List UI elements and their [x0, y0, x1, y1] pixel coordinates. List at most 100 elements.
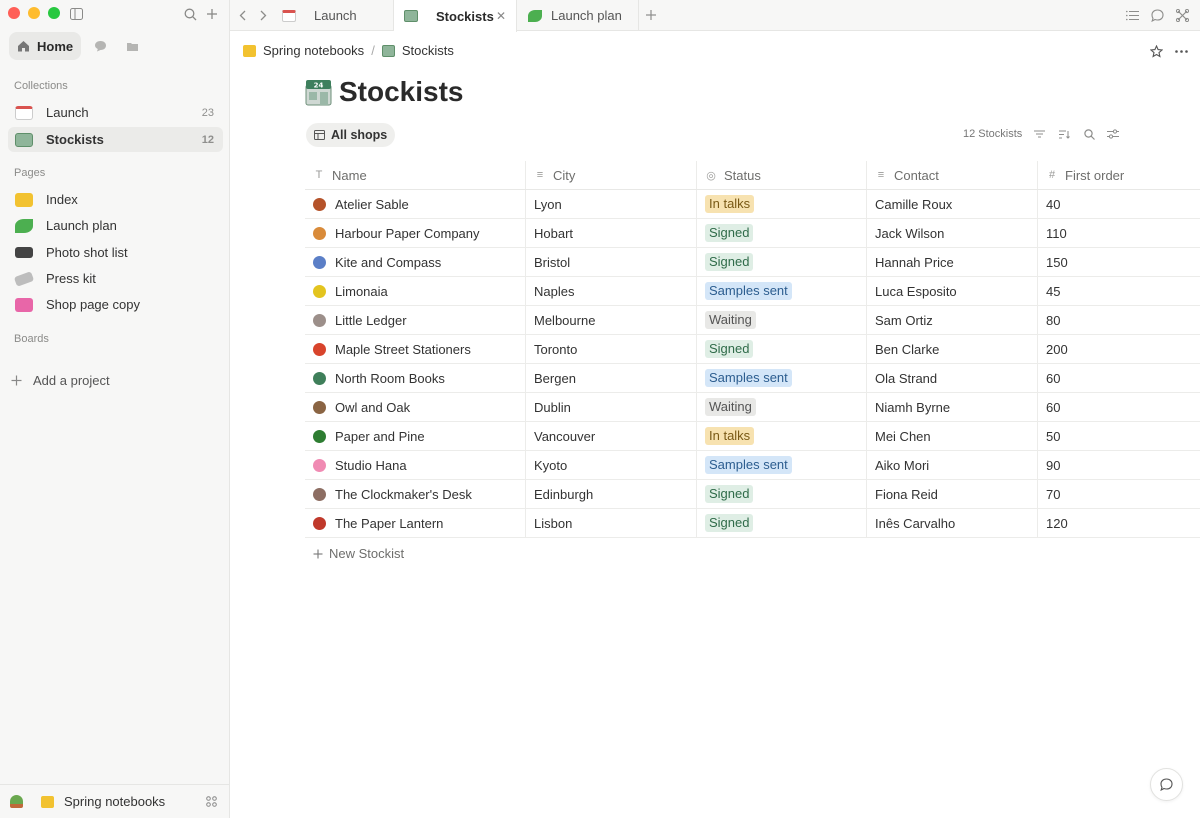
- cell-first-order[interactable]: 60: [1038, 393, 1200, 421]
- cell-name[interactable]: Atelier Sable: [305, 190, 526, 218]
- add-project-button[interactable]: Add a project: [11, 373, 110, 388]
- breadcrumb-current[interactable]: Stockists: [402, 43, 454, 58]
- close-window-button[interactable]: [8, 7, 20, 19]
- cell-status[interactable]: Waiting: [697, 393, 867, 421]
- column-header-first-order[interactable]: # First order: [1038, 161, 1200, 189]
- cell-name[interactable]: Limonaia: [305, 277, 526, 305]
- search-icon[interactable]: [181, 5, 199, 23]
- table-row[interactable]: Atelier Sable Lyon In talks Camille Roux 40: [305, 190, 1200, 219]
- cell-contact[interactable]: Fiona Reid: [867, 480, 1038, 508]
- cell-contact[interactable]: Ben Clarke: [867, 335, 1038, 363]
- cell-city[interactable]: Melbourne: [526, 306, 697, 334]
- tab-launch[interactable]: Launch: [270, 0, 394, 31]
- sort-icon[interactable]: [1056, 126, 1072, 142]
- chat-bubble-icon[interactable]: [87, 33, 113, 59]
- cell-first-order[interactable]: 110: [1038, 219, 1200, 247]
- favorite-star-icon[interactable]: [1147, 42, 1165, 60]
- cell-status[interactable]: Samples sent: [697, 364, 867, 392]
- sidebar-item-photo-shot-list[interactable]: Photo shot list: [8, 240, 223, 265]
- cell-name[interactable]: The Clockmaker's Desk: [305, 480, 526, 508]
- cell-name[interactable]: Harbour Paper Company: [305, 219, 526, 247]
- table-row[interactable]: Paper and Pine Vancouver In talks Mei Chen 5…: [305, 422, 1200, 451]
- cell-contact[interactable]: Aiko Mori: [867, 451, 1038, 479]
- cell-first-order[interactable]: 40: [1038, 190, 1200, 218]
- cell-first-order[interactable]: 70: [1038, 480, 1200, 508]
- table-row[interactable]: Studio Hana Kyoto Samples sent Aiko Mori 90: [305, 451, 1200, 480]
- sidebar-toggle-icon[interactable]: [67, 5, 85, 23]
- cell-city[interactable]: Bristol: [526, 248, 697, 276]
- column-header-status[interactable]: ◎ Status: [697, 161, 867, 189]
- new-tab-plus-icon[interactable]: [645, 6, 657, 21]
- cell-status[interactable]: Signed: [697, 335, 867, 363]
- cell-contact[interactable]: Luca Esposito: [867, 277, 1038, 305]
- cell-name[interactable]: Paper and Pine: [305, 422, 526, 450]
- cell-contact[interactable]: Hannah Price: [867, 248, 1038, 276]
- sidebar-item-launch-plan[interactable]: Launch plan: [8, 213, 223, 238]
- comments-icon[interactable]: [1148, 6, 1166, 24]
- cell-city[interactable]: Naples: [526, 277, 697, 305]
- filter-icon[interactable]: [1031, 126, 1047, 142]
- cell-name[interactable]: Little Ledger: [305, 306, 526, 334]
- sidebar-item-index[interactable]: Index: [8, 187, 223, 212]
- table-row[interactable]: The Paper Lantern Lisbon Signed Inês Carval…: [305, 509, 1200, 538]
- cell-city[interactable]: Vancouver: [526, 422, 697, 450]
- cell-name[interactable]: The Paper Lantern: [305, 509, 526, 537]
- home-button[interactable]: Home: [9, 32, 82, 60]
- cell-first-order[interactable]: 60: [1038, 364, 1200, 392]
- table-row[interactable]: Harbour Paper Company Hobart Signed Jack Wi…: [305, 219, 1200, 248]
- cell-status[interactable]: Waiting: [697, 306, 867, 334]
- tab-stockists[interactable]: Stockists ✕: [394, 0, 517, 32]
- cell-city[interactable]: Bergen: [526, 364, 697, 392]
- cell-name[interactable]: Owl and Oak: [305, 393, 526, 421]
- tab-launch-plan[interactable]: Launch plan: [517, 0, 639, 31]
- search-table-icon[interactable]: [1081, 126, 1097, 142]
- outline-list-icon[interactable]: [1123, 6, 1141, 24]
- view-selector-all-shops[interactable]: All shops: [306, 123, 396, 147]
- sidebar-item-shop-page-copy[interactable]: Shop page copy: [8, 292, 223, 317]
- cell-name[interactable]: Studio Hana: [305, 451, 526, 479]
- cell-city[interactable]: Lisbon: [526, 509, 697, 537]
- table-row[interactable]: Maple Street Stationers Toronto Signed Ben …: [305, 335, 1200, 364]
- cell-city[interactable]: Edinburgh: [526, 480, 697, 508]
- cell-status[interactable]: Samples sent: [697, 451, 867, 479]
- table-row[interactable]: Limonaia Naples Samples sent Luca Esposito 4…: [305, 277, 1200, 306]
- column-header-city[interactable]: ≡ City: [526, 161, 697, 189]
- cell-status[interactable]: Signed: [697, 248, 867, 276]
- cell-city[interactable]: Lyon: [526, 190, 697, 218]
- cell-city[interactable]: Toronto: [526, 335, 697, 363]
- new-stockist-button[interactable]: New Stockist: [305, 538, 1200, 569]
- cell-city[interactable]: Kyoto: [526, 451, 697, 479]
- cell-first-order[interactable]: 200: [1038, 335, 1200, 363]
- cell-status[interactable]: Signed: [697, 509, 867, 537]
- breadcrumb-parent[interactable]: Spring notebooks: [263, 43, 364, 58]
- cell-name[interactable]: North Room Books: [305, 364, 526, 392]
- sidebar-item-stockists[interactable]: Stockists 12: [8, 127, 223, 152]
- minimize-window-button[interactable]: [28, 7, 40, 19]
- cell-first-order[interactable]: 80: [1038, 306, 1200, 334]
- column-header-contact[interactable]: ≡ Contact: [867, 161, 1038, 189]
- cell-status[interactable]: Signed: [697, 480, 867, 508]
- table-row[interactable]: The Clockmaker's Desk Edinburgh Signed Fion…: [305, 480, 1200, 509]
- sidebar-item-launch[interactable]: Launch 23: [8, 100, 223, 125]
- cell-contact[interactable]: Ola Strand: [867, 364, 1038, 392]
- cell-contact[interactable]: Mei Chen: [867, 422, 1038, 450]
- cell-contact[interactable]: Camille Roux: [867, 190, 1038, 218]
- close-tab-icon[interactable]: ✕: [496, 9, 506, 23]
- folder-icon[interactable]: [119, 33, 145, 59]
- cell-first-order[interactable]: 45: [1038, 277, 1200, 305]
- cell-contact[interactable]: Niamh Byrne: [867, 393, 1038, 421]
- cell-contact[interactable]: Sam Ortiz: [867, 306, 1038, 334]
- cell-first-order[interactable]: 150: [1038, 248, 1200, 276]
- cell-city[interactable]: Dublin: [526, 393, 697, 421]
- sidebar-item-press-kit[interactable]: Press kit: [8, 266, 223, 291]
- cell-status[interactable]: Samples sent: [697, 277, 867, 305]
- cell-name[interactable]: Maple Street Stationers: [305, 335, 526, 363]
- view-settings-sliders-icon[interactable]: [1105, 126, 1121, 142]
- help-chat-button[interactable]: [1150, 768, 1183, 801]
- potted-plant-icon[interactable]: [10, 795, 23, 808]
- cell-status[interactable]: In talks: [697, 422, 867, 450]
- column-header-name[interactable]: T Name: [305, 161, 526, 189]
- cell-first-order[interactable]: 90: [1038, 451, 1200, 479]
- apps-grid-icon[interactable]: [206, 796, 217, 807]
- table-row[interactable]: North Room Books Bergen Samples sent Ola St…: [305, 364, 1200, 393]
